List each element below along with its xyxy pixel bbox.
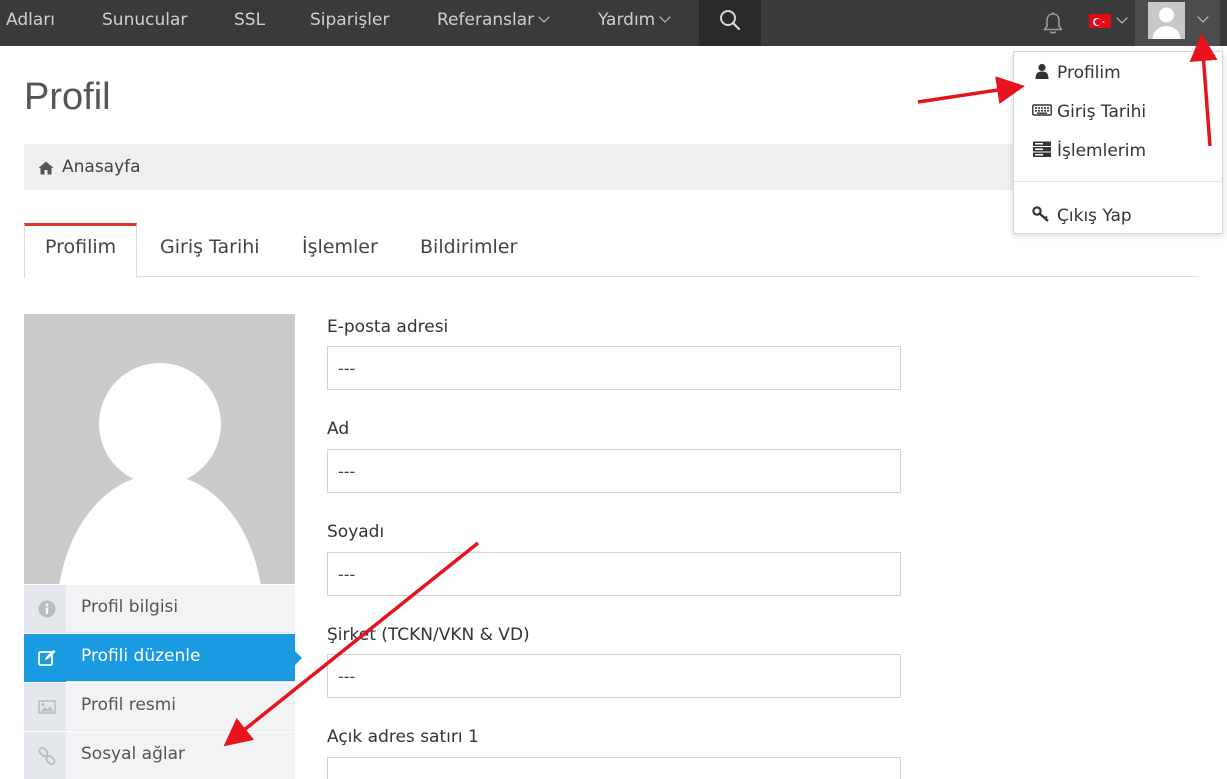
nav-item-servers[interactable]: Sunucular (102, 0, 187, 46)
dropdown-divider (1014, 181, 1222, 182)
user-icon (1035, 63, 1049, 79)
side-menu-icon-box (24, 732, 66, 779)
side-menu-label: Profil resmi (81, 695, 177, 715)
tabs-divider (24, 276, 1199, 277)
key-icon (1032, 206, 1049, 222)
nav-item-domains[interactable]: Adları (6, 0, 55, 46)
page-title: Profil (24, 76, 111, 118)
email-label: E-posta adresi (327, 317, 449, 337)
first-name-field[interactable] (327, 449, 901, 493)
dropdown-item-my-transactions[interactable]: İşlemlerim (1032, 139, 1146, 163)
nav-item-orders[interactable]: Siparişler (310, 0, 389, 46)
side-menu-social-networks[interactable]: Sosyal ağlar (24, 732, 295, 779)
language-selector[interactable] (1089, 11, 1133, 31)
nav-item-help[interactable]: Yardım (598, 0, 671, 46)
side-menu-label: Sosyal ağlar (81, 744, 185, 764)
nav-item-ssl[interactable]: SSL (234, 0, 265, 46)
nav-item-label: Siparişler (310, 10, 390, 30)
tab-label: Bildirimler (420, 236, 518, 258)
dropdown-item-label: İşlemlerim (1057, 141, 1147, 161)
user-dropdown-menu: Profilim Giriş Tarihi İşlemlerim Çıkış Y… (1013, 51, 1223, 234)
chevron-down-icon (659, 11, 671, 23)
tab-notifications[interactable]: Bildirimler (420, 236, 517, 258)
tab-label: Giriş Tarihi (160, 236, 260, 258)
breadcrumb-home-link[interactable]: Anasayfa (62, 157, 141, 177)
top-navbar: Adları Sunucular SSL Siparişler Referans… (0, 0, 1227, 46)
profile-photo (24, 314, 295, 584)
user-menu-toggle[interactable] (1135, 0, 1220, 46)
info-icon (38, 600, 56, 618)
chevron-down-icon (538, 11, 550, 23)
notifications-button[interactable] (1040, 10, 1066, 36)
tab-label: İşlemler (302, 236, 378, 258)
nav-item-references[interactable]: Referanslar (437, 0, 550, 46)
arrow-to-profile-menu-item (917, 76, 1025, 104)
dropdown-item-label: Çıkış Yap (1057, 206, 1132, 226)
last-name-field[interactable] (327, 552, 901, 596)
company-label: Şirket (TCKN/VKN & VD) (327, 625, 530, 645)
edit-icon (38, 649, 56, 666)
avatar (1148, 2, 1185, 39)
dropdown-item-label: Profilim (1057, 63, 1121, 83)
home-icon (38, 161, 54, 175)
bell-icon (1043, 12, 1063, 34)
address-line-1-field[interactable] (327, 757, 901, 779)
search-icon (720, 10, 741, 31)
address-line-1-label: Açık adres satırı 1 (327, 727, 479, 747)
keyboard-icon (1032, 104, 1052, 116)
tab-transactions[interactable]: İşlemler (302, 236, 378, 258)
email-field[interactable] (327, 346, 901, 390)
side-menu-edit-profile[interactable]: Profili düzenle (24, 634, 302, 682)
nav-item-label: Yardım (598, 10, 656, 30)
company-field[interactable] (327, 654, 901, 698)
first-name-label: Ad (327, 419, 350, 439)
tab-profile[interactable]: Profilim (45, 236, 116, 258)
side-menu-label: Profil bilgisi (81, 597, 179, 617)
turkish-flag-icon (1089, 14, 1111, 28)
server-icon (1033, 141, 1051, 157)
side-menu-label: Profili düzenle (81, 646, 201, 666)
chevron-down-icon (1197, 11, 1209, 23)
link-icon (38, 747, 56, 765)
nav-item-label: SSL (234, 10, 266, 30)
nav-item-label: Referanslar (437, 10, 535, 30)
side-menu-icon-box (24, 683, 66, 731)
nav-item-label: Sunucular (102, 10, 188, 30)
dropdown-item-logout[interactable]: Çıkış Yap (1032, 204, 1132, 228)
last-name-label: Soyadı (327, 522, 385, 542)
tab-login-history[interactable]: Giriş Tarihi (160, 236, 260, 258)
tab-label: Profilim (45, 236, 117, 258)
side-menu-icon-box (24, 634, 66, 682)
side-menu-profile-picture[interactable]: Profil resmi (24, 683, 295, 731)
image-icon (38, 700, 56, 714)
side-menu-icon-box (24, 585, 66, 633)
dropdown-item-label: Giriş Tarihi (1057, 102, 1147, 122)
search-button[interactable] (699, 0, 761, 46)
side-menu-profile-info[interactable]: Profil bilgisi (24, 585, 295, 633)
dropdown-item-login-history[interactable]: Giriş Tarihi (1032, 100, 1146, 124)
chevron-down-icon (1116, 12, 1128, 24)
dropdown-item-my-profile[interactable]: Profilim (1032, 61, 1121, 85)
nav-item-label: Adları (6, 10, 55, 30)
